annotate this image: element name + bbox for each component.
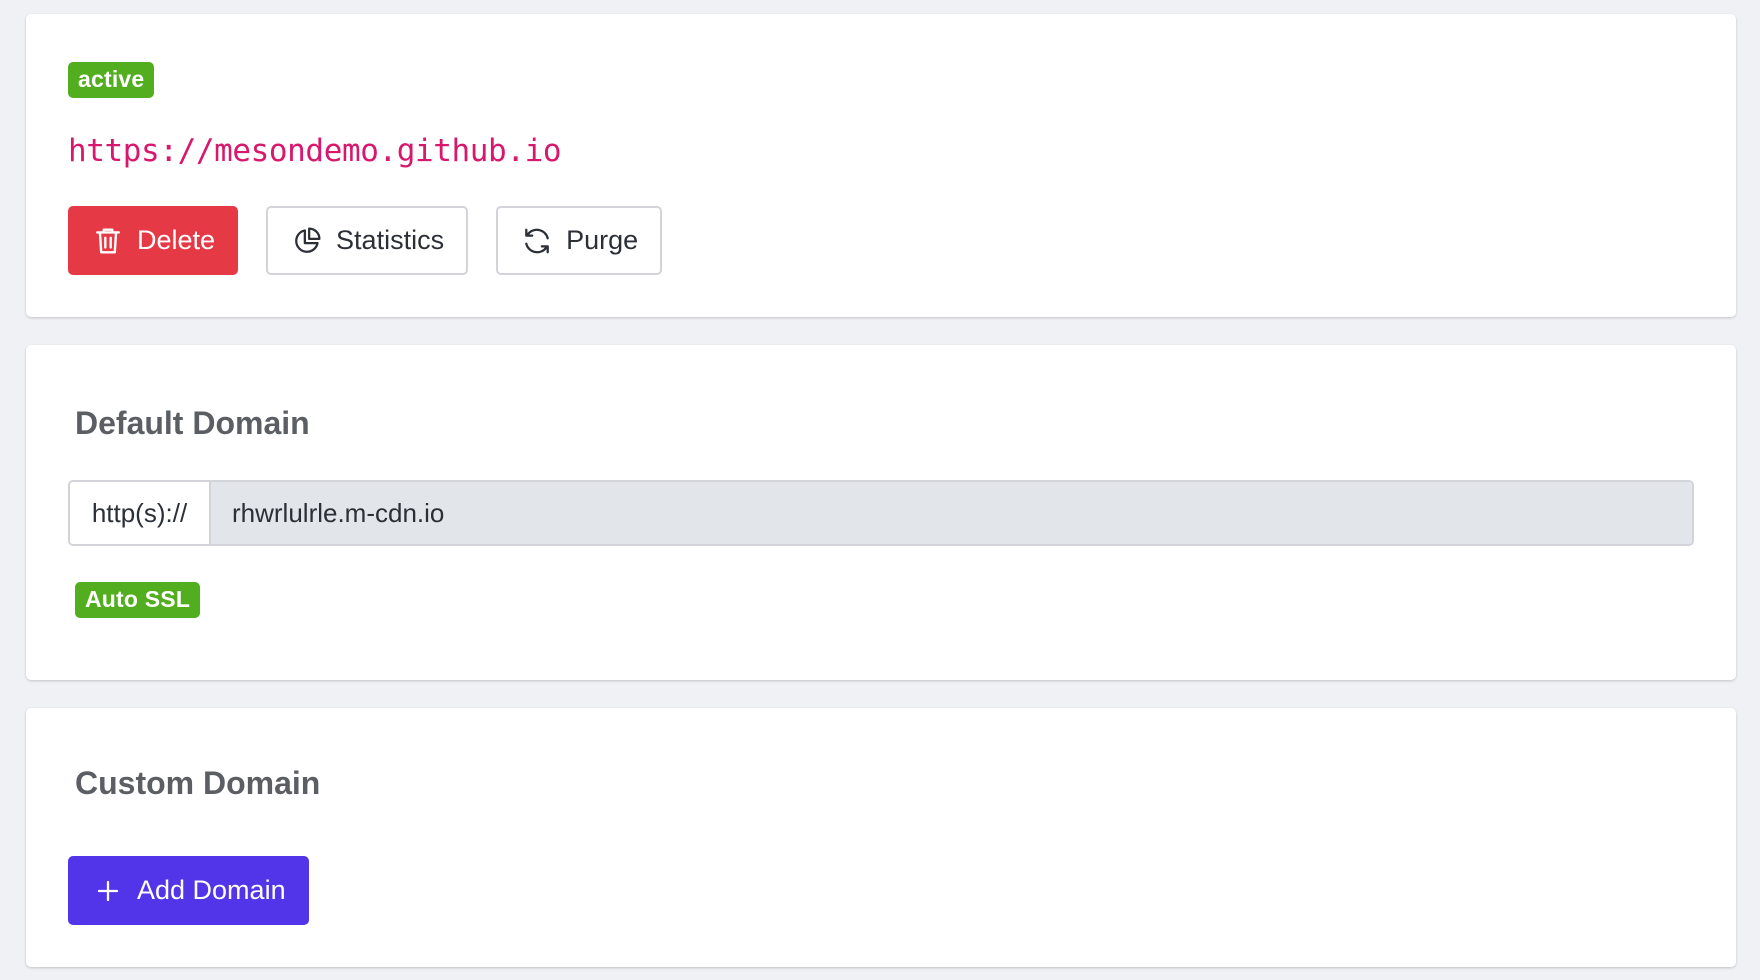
page: active https://mesondemo.github.io Delet… — [0, 0, 1760, 980]
ssl-badge-wrap: Auto SSL — [68, 582, 1694, 618]
default-domain-card: Default Domain http(s):// rhwrlulrle.m-c… — [26, 345, 1736, 680]
custom-domain-title: Custom Domain — [75, 765, 321, 801]
statistics-button-label: Statistics — [336, 225, 445, 255]
trash-icon — [93, 226, 123, 256]
site-card: active https://mesondemo.github.io Delet… — [26, 14, 1736, 317]
pie-chart-icon — [292, 226, 322, 256]
add-domain-button[interactable]: Add Domain — [68, 856, 309, 925]
default-domain-input-group: http(s):// rhwrlulrle.m-cdn.io — [68, 480, 1694, 546]
delete-button-label: Delete — [137, 225, 216, 255]
default-domain-field[interactable]: rhwrlulrle.m-cdn.io — [211, 482, 1692, 544]
plus-icon — [93, 876, 123, 906]
refresh-icon — [522, 226, 552, 256]
default-domain-title: Default Domain — [75, 405, 310, 441]
purge-button[interactable]: Purge — [496, 206, 663, 275]
auto-ssl-badge: Auto SSL — [75, 582, 201, 618]
add-domain-button-label: Add Domain — [137, 875, 286, 905]
site-actions: Delete Statistics Purge — [68, 206, 1694, 275]
custom-domain-card: Custom Domain Add Domain — [26, 708, 1736, 967]
delete-button[interactable]: Delete — [68, 206, 239, 275]
status-badge: active — [68, 62, 155, 98]
site-url: https://mesondemo.github.io — [68, 133, 562, 169]
protocol-prefix: http(s):// — [70, 482, 211, 544]
purge-button-label: Purge — [566, 225, 639, 255]
custom-domain-actions: Add Domain — [68, 856, 1694, 925]
statistics-button[interactable]: Statistics — [266, 206, 469, 275]
